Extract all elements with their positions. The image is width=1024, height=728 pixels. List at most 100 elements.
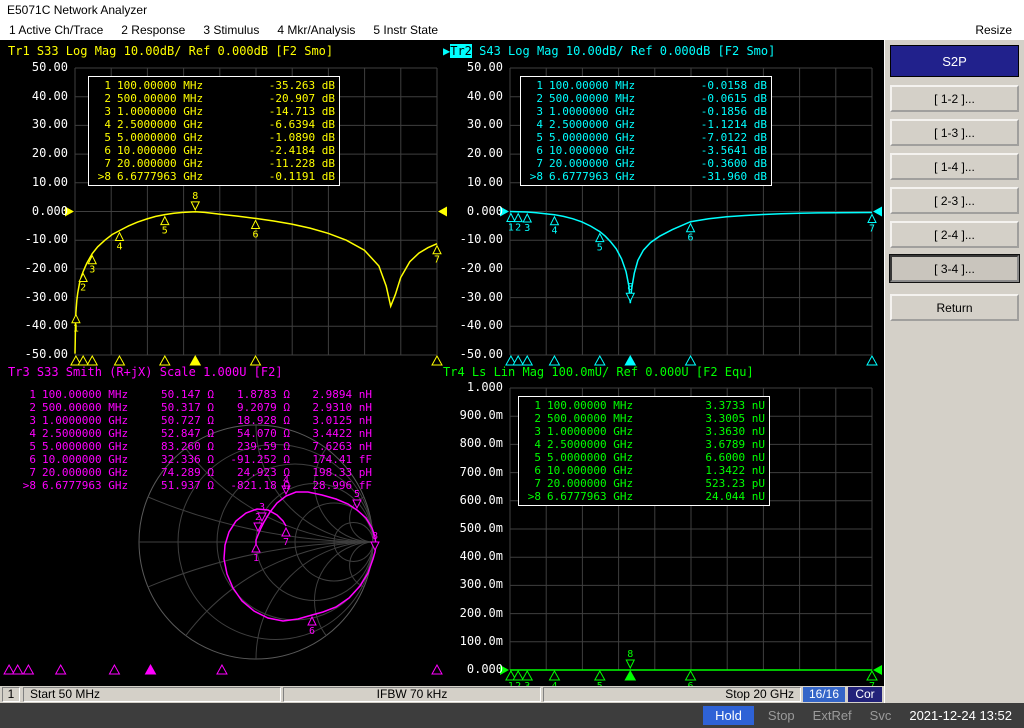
marker-frequency: 10.000000 GHz [117,144,235,157]
marker-row: >86.6777963 GHz-31.960 dB [525,170,767,183]
marker-value: -7.0122 dB [667,131,767,144]
menu-item-1[interactable]: 1 Active Ch/Trace [0,23,112,37]
marker-value: 1.3422 nU [665,464,765,477]
marker-value: 6.6000 nU [665,451,765,464]
softkey-4[interactable]: [ 2-3 ]... [890,187,1019,214]
marker-number: 4 [93,118,111,131]
menu-item-4[interactable]: 4 Mkr/Analysis [268,23,364,37]
marker-frequency: 100.00000 MHz [117,79,235,92]
marker-row: 31.0000000 GHz50.727 Ω18.928 Ω3.0125 nH [18,414,434,427]
clock: 2021-12-24 13:52 [905,706,1016,725]
marker-value: 3.0125 nH [290,414,372,427]
marker-number: 6 [93,144,111,157]
sweep-stop-readout: Stop 20 GHz [543,687,801,702]
y-axis-label: -20.00 [455,261,503,275]
marker-value: 54.070 Ω [214,427,290,440]
softkey-1[interactable]: [ 1-2 ]... [890,85,1019,112]
marker-frequency: 2.5000000 GHz [42,427,150,440]
menu-item-5[interactable]: 5 Instr State [364,23,447,37]
menu-item-2[interactable]: 2 Response [112,23,194,37]
trace-title-tr2[interactable]: ▶Tr2 S43 Log Mag 10.00dB/ Ref 0.000dB [F… [443,44,775,58]
trace-settings: Ls Lin Mag 100.0mU/ Ref 0.000U [F2 Equ] [465,365,754,379]
marker-number: 3 [93,105,111,118]
marker-value: 9.2079 Ω [214,401,290,414]
trace-title-tr4[interactable]: Tr4 Ls Lin Mag 100.0mU/ Ref 0.000U [F2 E… [443,365,754,379]
correction-indicator: Cor [848,687,882,702]
marker-frequency: 500.00000 MHz [42,401,150,414]
marker-frequency: 500.00000 MHz [547,412,665,425]
y-axis-label: 40.00 [20,89,68,103]
softkey-6[interactable]: [ 3-4 ]... [890,255,1019,282]
marker-number: 1 [93,79,111,92]
marker-row: 5 5.0000000 GHz6.6000 nU [523,451,765,464]
softkey-3[interactable]: [ 1-4 ]... [890,153,1019,180]
marker-number: 3 [18,414,36,427]
marker-frequency: 5.0000000 GHz [42,440,150,453]
lcd-screen: 12345678123456781234567812345678 Tr1 S33… [0,40,884,686]
softkey-list: [ 1-2 ]... [ 1-3 ]... [ 1-4 ]... [ 2-3 ]...… [885,85,1024,321]
menu-item-3[interactable]: 3 Stimulus [194,23,268,37]
marker-value: 198.33 pH [290,466,372,479]
marker-row: 610.000000 GHz1.3422 nU [523,464,765,477]
marker-frequency: 2.5000000 GHz [549,118,667,131]
marker-table-tr3: 1100.00000 MHz50.147 Ω1.8783 Ω2.9894 nH 2… [14,386,438,494]
marker-value: -31.960 dB [667,170,767,183]
marker-number: 7 [525,157,543,170]
marker-value: 24.923 Ω [214,466,290,479]
softkey-2[interactable]: [ 1-3 ]... [890,119,1019,146]
menu-bar: 1 Active Ch/Trace2 Response3 Stimulus4 M… [0,20,1024,40]
marker-value: -3.5641 dB [667,144,767,157]
marker-frequency: 2.5000000 GHz [117,118,235,131]
marker-row: 42.5000000 GHz52.847 Ω54.070 Ω3.4422 nH [18,427,434,440]
softkey-5[interactable]: [ 2-4 ]... [890,221,1019,248]
marker-frequency: 10.000000 GHz [549,144,667,157]
y-axis-label: 1.000 [455,380,503,394]
marker-row: 610.000000 GHz-3.5641 dB [525,144,767,157]
marker-number: 3 [525,105,543,118]
marker-number: 5 [525,131,543,144]
y-axis-label: 50.00 [20,60,68,74]
y-axis-label: 30.00 [455,117,503,131]
marker-number: 7 [523,477,541,490]
marker-row: 6 10.000000 GHz-2.4184 dB [93,144,335,157]
marker-frequency: 6.6777963 GHz [42,479,150,492]
trace-title-tr1[interactable]: Tr1 S33 Log Mag 10.00dB/ Ref 0.000dB [F2… [8,44,333,58]
marker-number: 7 [18,466,36,479]
marker-row: 610.000000 GHz32.336 Ω-91.252 Ω174.41 fF [18,453,434,466]
marker-number: 2 [523,412,541,425]
window-title: E5071C Network Analyzer [0,0,1024,20]
softkey-7[interactable]: Return [890,294,1019,321]
trace-title-tr3[interactable]: Tr3 S33 Smith (R+jX) Scale 1.000U [F2] [8,365,283,379]
marker-frequency: 5.0000000 GHz [547,451,665,464]
marker-value: -35.263 dB [235,79,335,92]
sweep-start-readout: Start 50 MHz [23,687,281,702]
y-axis-label: 20.00 [20,146,68,160]
marker-number: 5 [18,440,36,453]
y-axis-label: -10.00 [20,232,68,246]
marker-frequency: 5.0000000 GHz [117,131,235,144]
marker-value: -2.4184 dB [235,144,335,157]
marker-frequency: 6.6777963 GHz [547,490,665,503]
marker-value: -1.1214 dB [667,118,767,131]
marker-row: 1100.00000 MHz50.147 Ω1.8783 Ω2.9894 nH [18,388,434,401]
marker-table-tr2: 1100.00000 MHz-0.0158 dB2500.00000 MHz-0… [520,76,772,186]
marker-row: 31.0000000 GHz-0.1856 dB [525,105,767,118]
marker-value: -1.0890 dB [235,131,335,144]
y-axis-label: -40.00 [20,318,68,332]
marker-value: 50.317 Ω [150,401,214,414]
marker-value: -6.6394 dB [235,118,335,131]
instrument-state-bar: Hold Stop ExtRef Svc 2021-12-24 13:52 [0,703,1024,728]
marker-number: 4 [525,118,543,131]
trace-name: Tr1 [8,44,30,58]
svc-indicator: Svc [866,706,896,725]
marker-value: -11.228 dB [235,157,335,170]
marker-number: 5 [523,451,541,464]
y-axis-label: 600.0m [455,493,503,507]
stop-indicator: Stop [764,706,799,725]
marker-table-tr4: 1100.00000 MHz3.3733 nU2500.00000 MHz3.3… [518,396,770,506]
marker-frequency: 500.00000 MHz [549,92,667,105]
y-axis-label: 0.000 [455,204,503,218]
marker-number: 1 [523,399,541,412]
marker-value: 1.8783 Ω [214,388,290,401]
menu-item-resize[interactable]: Resize [963,23,1024,37]
